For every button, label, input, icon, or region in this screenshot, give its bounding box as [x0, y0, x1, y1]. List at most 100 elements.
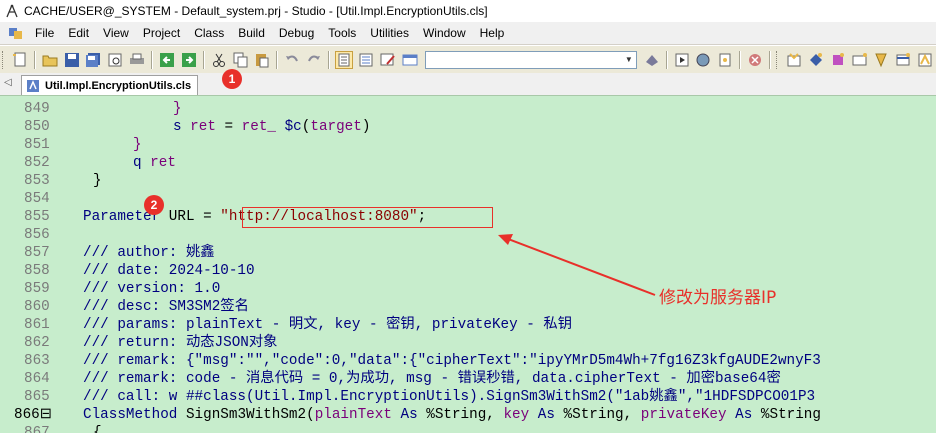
forward-arrow-icon[interactable]: [180, 51, 198, 69]
menu-view[interactable]: View: [96, 22, 136, 44]
toolbar-grip[interactable]: [776, 50, 780, 69]
highlight-box-url: [242, 207, 493, 228]
print-preview-icon[interactable]: [106, 51, 124, 69]
code-text: }: [93, 172, 102, 190]
code-line[interactable]: 858 /// date: 2024-10-10: [0, 262, 936, 280]
code-token: As: [726, 407, 761, 423]
code-line[interactable]: 854: [0, 190, 936, 208]
code-line[interactable]: 849}: [0, 100, 936, 118]
chevron-down-icon[interactable]: ▼: [622, 52, 636, 68]
menu-tools[interactable]: Tools: [321, 22, 363, 44]
query-wizard-icon[interactable]: [894, 51, 912, 69]
line-number: 861: [24, 317, 50, 333]
window-layout-icon[interactable]: [401, 51, 419, 69]
undo-icon[interactable]: [283, 51, 301, 69]
line-number: 851: [24, 137, 50, 153]
toolbar-separator: [328, 50, 331, 69]
code-line[interactable]: 862 /// return: 动态JSON对象: [0, 334, 936, 352]
tab-scroll-left-icon[interactable]: ◁: [4, 77, 12, 88]
code-line[interactable]: 865 /// call: w ##class(Util.Impl.Encrypt…: [0, 388, 936, 406]
code-text: /// remark: {"msg":"","code":0,"data":{"…: [83, 352, 821, 370]
menu-bar: File Edit View Project Class Build Debug…: [0, 22, 936, 44]
code-token: q: [133, 155, 151, 171]
code-line[interactable]: 852 q ret: [0, 154, 936, 172]
new-file-icon[interactable]: [11, 51, 29, 69]
menu-help[interactable]: Help: [473, 22, 512, 44]
code-token: plainText: [314, 407, 392, 423]
code-token: target: [310, 119, 362, 135]
redo-icon[interactable]: [305, 51, 323, 69]
code-line[interactable]: 860 /// desc: SM3SM2签名: [0, 298, 936, 316]
code-token: ClassMethod: [83, 407, 186, 423]
paste-icon[interactable]: [254, 51, 272, 69]
code-line[interactable]: 861 /// params: plainText - 明文, key - 密钥,…: [0, 316, 936, 334]
menu-project[interactable]: Project: [136, 22, 187, 44]
menu-debug[interactable]: Debug: [272, 22, 321, 44]
code-token: SignSm3WithSm2: [185, 407, 307, 423]
code-line[interactable]: 863 /// remark: {"msg":"","code":0,"data"…: [0, 352, 936, 370]
menu-edit[interactable]: Edit: [61, 22, 96, 44]
toolbar-combo-box[interactable]: ▼: [424, 50, 637, 69]
save-icon[interactable]: [63, 51, 81, 69]
menu-file[interactable]: File: [28, 22, 61, 44]
menu-window[interactable]: Window: [416, 22, 473, 44]
code-line[interactable]: 857 /// author: 姚鑫: [0, 244, 936, 262]
annotation-badge-1: 1: [222, 69, 242, 89]
cut-icon[interactable]: [210, 51, 228, 69]
code-line[interactable]: 856: [0, 226, 936, 244]
code-text: s ret = ret_ $c(target): [173, 118, 370, 136]
window-title: CACHE/USER@_SYSTEM - Default_system.prj …: [24, 4, 488, 18]
edit-form-icon[interactable]: [379, 51, 397, 69]
code-text: /// params: plainText - 明文, key - 密钥, pr…: [83, 316, 572, 334]
line-number: 854: [24, 191, 50, 207]
run-icon[interactable]: [673, 51, 691, 69]
stop-icon[interactable]: [746, 51, 764, 69]
menu-class[interactable]: Class: [187, 22, 231, 44]
code-text: /// author: 姚鑫: [83, 244, 215, 262]
code-line[interactable]: 853}: [0, 172, 936, 190]
document-view-icon[interactable]: [335, 50, 353, 69]
parameter-wizard-icon[interactable]: [851, 51, 869, 69]
globe-icon[interactable]: [695, 51, 713, 69]
code-line[interactable]: 864 /// remark: code - 消息代码 = 0,为成功, msg …: [0, 370, 936, 388]
code-text: ClassMethod SignSm3WithSm2(plainText As …: [83, 406, 821, 424]
code-token: /// version: 1.0: [83, 281, 221, 297]
code-editor[interactable]: 849} 850 s ret = ret_ $c(target) 851} 852 q r…: [0, 95, 936, 433]
menu-app-icon[interactable]: [8, 25, 24, 41]
compile-icon[interactable]: [643, 51, 661, 69]
print-icon[interactable]: [128, 51, 146, 69]
annotation-badge-2: 2: [144, 195, 164, 215]
code-line[interactable]: 851}: [0, 136, 936, 154]
property-wizard-icon[interactable]: [807, 51, 825, 69]
code-line[interactable]: 859 /// version: 1.0: [0, 280, 936, 298]
code-token: (: [306, 407, 315, 423]
toolbar-separator: [769, 50, 772, 69]
code-token: ret: [150, 155, 176, 171]
menu-build[interactable]: Build: [231, 22, 272, 44]
annotation-note: 修改为服务器IP: [659, 288, 777, 308]
code-token: =: [194, 209, 221, 225]
tab-encryption-utils[interactable]: Util.Impl.EncryptionUtils.cls: [21, 75, 199, 95]
class-wizard-icon[interactable]: [785, 51, 803, 69]
open-folder-icon[interactable]: [41, 51, 59, 69]
toolbar-grip[interactable]: [2, 50, 6, 69]
back-arrow-icon[interactable]: [158, 51, 176, 69]
code-token: ): [361, 119, 371, 135]
save-all-icon[interactable]: [85, 51, 103, 69]
code-text: q ret: [133, 154, 176, 172]
code-token: ret: [190, 119, 216, 135]
line-number: 864: [24, 371, 50, 387]
code-token: /// call: w ##class(Util.Impl.Encryption…: [83, 389, 816, 405]
trigger-wizard-icon[interactable]: [916, 51, 934, 69]
code-line[interactable]: 866⊟ ClassMethod SignSm3WithSm2(plainText…: [0, 406, 936, 424]
code-token: ret_: [241, 119, 276, 135]
code-line[interactable]: 850 s ret = ret_ $c(target): [0, 118, 936, 136]
inspect-icon[interactable]: [716, 51, 734, 69]
method-wizard-icon[interactable]: [829, 51, 847, 69]
menu-utilities[interactable]: Utilities: [363, 22, 416, 44]
list-view-icon[interactable]: [357, 51, 375, 69]
index-wizard-icon[interactable]: [872, 51, 890, 69]
code-text: }: [133, 136, 142, 154]
copy-icon[interactable]: [232, 51, 250, 69]
compass-icon[interactable]: [4, 3, 20, 19]
